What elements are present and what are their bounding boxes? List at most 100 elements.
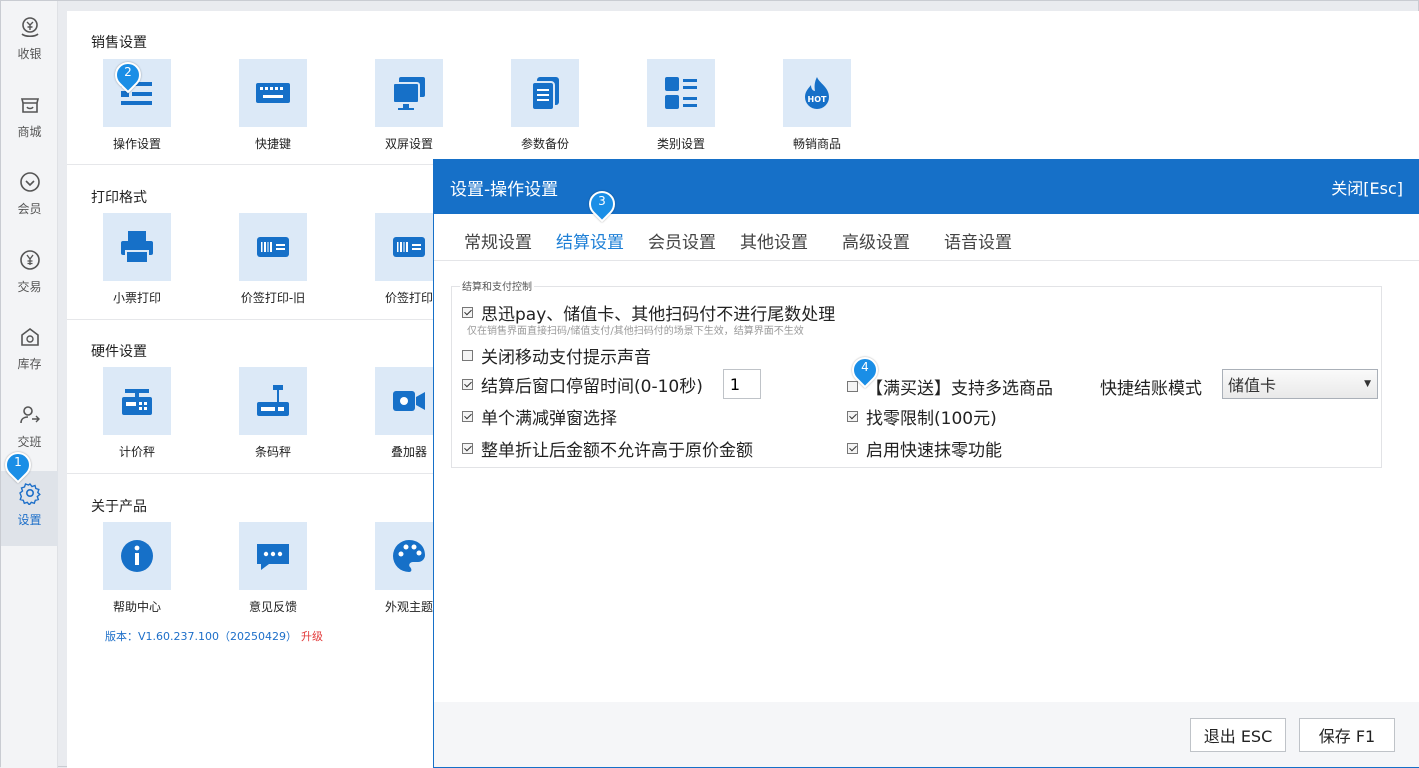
nav-label: 收银 (17, 47, 42, 61)
hot-flame-icon: HOT (805, 77, 829, 109)
checkbox[interactable] (847, 411, 858, 422)
tile-label: 快捷键 (254, 137, 291, 151)
info-icon (121, 540, 153, 572)
rounding-hint: 仅在销售界面直接扫码/储值支付/其他扫码付的场景下生效，结算界面不生效 (467, 326, 804, 337)
chevron-down-icon: ▼ (1364, 379, 1371, 389)
tile-label: 计价秤 (118, 445, 155, 459)
barcode-scale-icon (257, 385, 289, 416)
version-info: 版本：V1.60.237.100（20250429） 升级 (105, 628, 323, 644)
palette-icon (393, 540, 425, 572)
option-discount-popup[interactable]: 单个满减弹窗选择 (462, 404, 617, 429)
dual-screen-icon (392, 77, 425, 110)
nav-label: 商城 (17, 125, 42, 139)
tab-checkout[interactable]: 结算设置 (556, 228, 624, 253)
app-window: 收银 商城 会员 交易 库存 交班 设置 销售设置 操作设置 快捷键 双屏设置 … (0, 0, 1419, 768)
option-quick-round[interactable]: 启用快速抹零功能 (847, 436, 1002, 461)
nav-item-transaction[interactable]: 交易 (1, 238, 58, 308)
tile-bestseller[interactable]: HOT 畅销商品 (767, 59, 867, 152)
keyboard-icon (256, 83, 290, 103)
transaction-icon (19, 250, 40, 270)
nav-label: 交班 (17, 435, 42, 449)
tile-label: 帮助中心 (112, 600, 161, 614)
tab-general[interactable]: 常规设置 (464, 228, 532, 253)
scale-icon (122, 389, 152, 415)
member-icon (19, 172, 40, 192)
category-icon (665, 77, 697, 109)
option-change-limit[interactable]: 找零限制(100元) (847, 404, 997, 429)
option-no-exceed-original[interactable]: 整单折让后金额不允许高于原价金额 (462, 436, 753, 461)
step-marker-3: 3 (583, 185, 621, 224)
tile-feedback[interactable]: 意见反馈 (223, 522, 323, 615)
tab-advanced[interactable]: 高级设置 (842, 228, 910, 253)
version-text: 版本：V1.60.237.100（20250429） (105, 630, 297, 643)
nav-label: 设置 (17, 513, 42, 527)
chat-bubble-icon (257, 544, 289, 570)
checkout-mode-select[interactable]: 储值卡 ▼ (1222, 369, 1378, 399)
tile-label: 类别设置 (656, 137, 705, 151)
section-title-hardware: 硬件设置 (91, 344, 147, 360)
checkbox[interactable] (847, 443, 858, 454)
tile-price-tag-old[interactable]: 价签打印-旧 (223, 213, 323, 306)
section-title-sales: 销售设置 (91, 35, 147, 51)
tile-label: 双屏设置 (384, 137, 433, 151)
price-tag-icon (257, 237, 289, 257)
tile-label: 小票打印 (112, 291, 161, 305)
nav-item-inventory[interactable]: 库存 (1, 315, 58, 385)
tile-help-center[interactable]: 帮助中心 (87, 522, 187, 615)
settings-tabs: 常规设置 结算设置 会员设置 其他设置 高级设置 语音设置 (464, 228, 1036, 253)
tile-receipt-print[interactable]: 小票打印 (87, 213, 187, 306)
section-title-print: 打印格式 (91, 190, 147, 206)
cashier-icon (20, 17, 39, 38)
checkbox[interactable] (462, 443, 473, 454)
left-nav: 收银 商城 会员 交易 库存 交班 设置 (1, 1, 58, 768)
checkbox[interactable] (462, 350, 473, 361)
tab-divider (434, 260, 1419, 261)
svg-text:HOT: HOT (808, 95, 827, 104)
group-title: 结算和支付控制 (460, 278, 534, 293)
document-icon (531, 77, 559, 111)
exit-button[interactable]: 退出 ESC (1190, 718, 1286, 752)
tab-voice[interactable]: 语音设置 (944, 228, 1012, 253)
tile-price-scale[interactable]: 计价秤 (87, 367, 187, 460)
tile-label: 条码秤 (254, 445, 291, 459)
nav-label: 会员 (17, 202, 42, 216)
tile-label: 意见反馈 (248, 600, 297, 614)
step-marker-1: 1 (0, 446, 37, 485)
nav-label: 库存 (17, 357, 42, 371)
tile-barcode-scale[interactable]: 条码秤 (223, 367, 323, 460)
tile-param-backup[interactable]: 参数备份 (495, 59, 595, 152)
tile-label: 参数备份 (520, 137, 569, 151)
checkbox[interactable] (462, 411, 473, 422)
upgrade-link[interactable]: 升级 (301, 630, 323, 643)
save-button[interactable]: 保存 F1 (1299, 718, 1395, 752)
section-title-about: 关于产品 (91, 499, 147, 515)
nav-item-store[interactable]: 商城 (1, 83, 58, 153)
printer-icon (121, 231, 153, 264)
tab-other[interactable]: 其他设置 (740, 228, 808, 253)
nav-label: 交易 (17, 280, 42, 294)
tile-shortcut-keys[interactable]: 快捷键 (223, 59, 323, 152)
tile-dual-screen[interactable]: 双屏设置 (359, 59, 459, 152)
checkbox[interactable] (462, 378, 473, 390)
stay-time-input[interactable] (722, 369, 761, 399)
close-button[interactable]: 关闭[Esc] (1331, 175, 1403, 199)
store-icon (20, 98, 39, 113)
nav-item-cashier[interactable]: 收银 (1, 5, 58, 75)
price-tag-icon (393, 237, 425, 257)
option-mute-payment-sound[interactable]: 关闭移动支付提示声音 (462, 343, 651, 368)
tab-member[interactable]: 会员设置 (648, 228, 716, 253)
checkout-mode-label: 快捷结账模式 (1100, 379, 1202, 399)
tile-label: 畅销商品 (792, 137, 841, 151)
option-window-stay-time[interactable]: 结算后窗口停留时间(0-10秒) (462, 369, 761, 399)
tile-category-settings[interactable]: 类别设置 (631, 59, 731, 152)
video-camera-icon (393, 391, 425, 411)
checkbox[interactable] (462, 307, 473, 318)
step-marker-2: 2 (109, 56, 147, 95)
shift-icon (19, 406, 40, 424)
inventory-icon (20, 328, 39, 346)
dialog-header: 设置-操作设置 关闭[Esc] (434, 160, 1419, 214)
nav-item-member[interactable]: 会员 (1, 160, 58, 230)
dialog-title: 设置-操作设置 (450, 179, 559, 200)
tile-label: 价签打印-旧 (240, 291, 306, 305)
step-marker-4: 4 (846, 351, 884, 390)
